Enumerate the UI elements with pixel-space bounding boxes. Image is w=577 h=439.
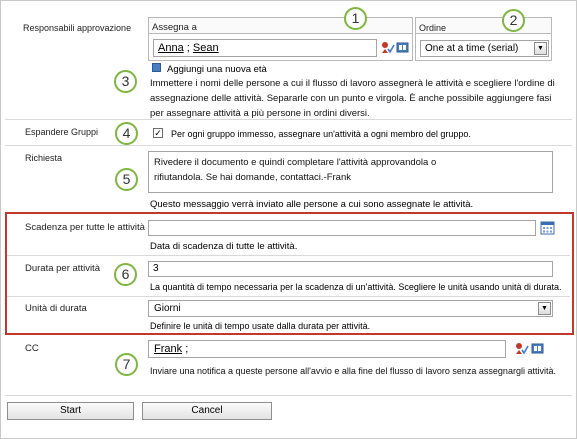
- check-names-icon[interactable]: [381, 41, 395, 57]
- calendar-icon[interactable]: [540, 220, 555, 238]
- approvers-description: Immettere i nomi delle persone a cui il …: [150, 78, 555, 119]
- duration-label: Durata per attività: [25, 263, 100, 274]
- expand-groups-text: Per ogni gruppo immesso, assegnare un'at…: [171, 129, 471, 139]
- callout-7: 7: [115, 353, 138, 376]
- order-select[interactable]: One at a time (serial) ▼: [420, 40, 549, 57]
- approvers-label: Responsabili approvazione: [23, 23, 132, 33]
- add-stage-link[interactable]: Aggiungi una nuova età: [167, 64, 267, 75]
- start-button[interactable]: Start: [7, 402, 134, 420]
- due-date-input[interactable]: [148, 220, 536, 236]
- callout-3: 3: [114, 70, 137, 93]
- divider: [5, 395, 572, 396]
- cc-people-picker[interactable]: Frank ;: [148, 340, 506, 358]
- add-stage-icon[interactable]: [152, 63, 161, 75]
- duration-units-select[interactable]: Giorni ▼: [148, 300, 553, 317]
- expand-groups-label: Espandere Gruppi: [25, 127, 99, 137]
- order-header: Ordine: [419, 23, 447, 33]
- approver-anna[interactable]: Anna: [158, 42, 184, 54]
- divider: [7, 255, 570, 256]
- assign-to-group: Assegna a Anna ; Sean: [148, 17, 413, 61]
- cancel-button[interactable]: Cancel: [142, 402, 272, 420]
- cc-label: CC: [25, 343, 39, 354]
- divider: [5, 119, 572, 120]
- duration-input[interactable]: 3: [148, 261, 553, 277]
- dropdown-arrow-icon[interactable]: ▼: [538, 302, 551, 315]
- duration-units-label: Unità di durata: [25, 303, 87, 314]
- cc-hint: Inviare una notifica a queste persone al…: [150, 366, 556, 376]
- dropdown-arrow-icon[interactable]: ▼: [534, 42, 547, 55]
- request-hint: Questo messaggio verrà inviato alle pers…: [150, 199, 474, 210]
- expand-groups-checkbox[interactable]: ✓: [153, 128, 163, 138]
- due-date-label: Scadenza per tutte le attività: [25, 222, 145, 233]
- check-names-icon[interactable]: [515, 342, 529, 358]
- address-book-icon[interactable]: [531, 342, 544, 358]
- request-label: Richiesta: [25, 153, 63, 163]
- approvers-people-picker[interactable]: Anna ; Sean: [153, 39, 377, 57]
- divider: [7, 296, 570, 297]
- approver-sean[interactable]: Sean: [193, 42, 219, 54]
- callout-2: 2: [502, 9, 525, 32]
- divider: [5, 145, 572, 146]
- due-date-hint: Data di scadenza di tutte le attività.: [150, 241, 298, 252]
- duration-hint: La quantità di tempo necessaria per la s…: [150, 282, 562, 292]
- callout-1: 1: [344, 7, 367, 30]
- order-group: Ordine One at a time (serial) ▼: [415, 17, 552, 61]
- cc-frank[interactable]: Frank: [154, 343, 182, 355]
- workflow-form: Responsabili approvazione Assegna a Anna…: [0, 0, 577, 439]
- assign-to-header: Assegna a: [152, 22, 197, 33]
- callout-5: 5: [115, 168, 138, 191]
- callout-4: 4: [115, 122, 138, 145]
- duration-units-hint: Definire le unità di tempo usate dalla d…: [150, 321, 371, 331]
- address-book-icon[interactable]: [396, 41, 409, 57]
- callout-6: 6: [114, 263, 137, 286]
- request-textarea[interactable]: Rivedere il documento e quindi completar…: [148, 151, 553, 193]
